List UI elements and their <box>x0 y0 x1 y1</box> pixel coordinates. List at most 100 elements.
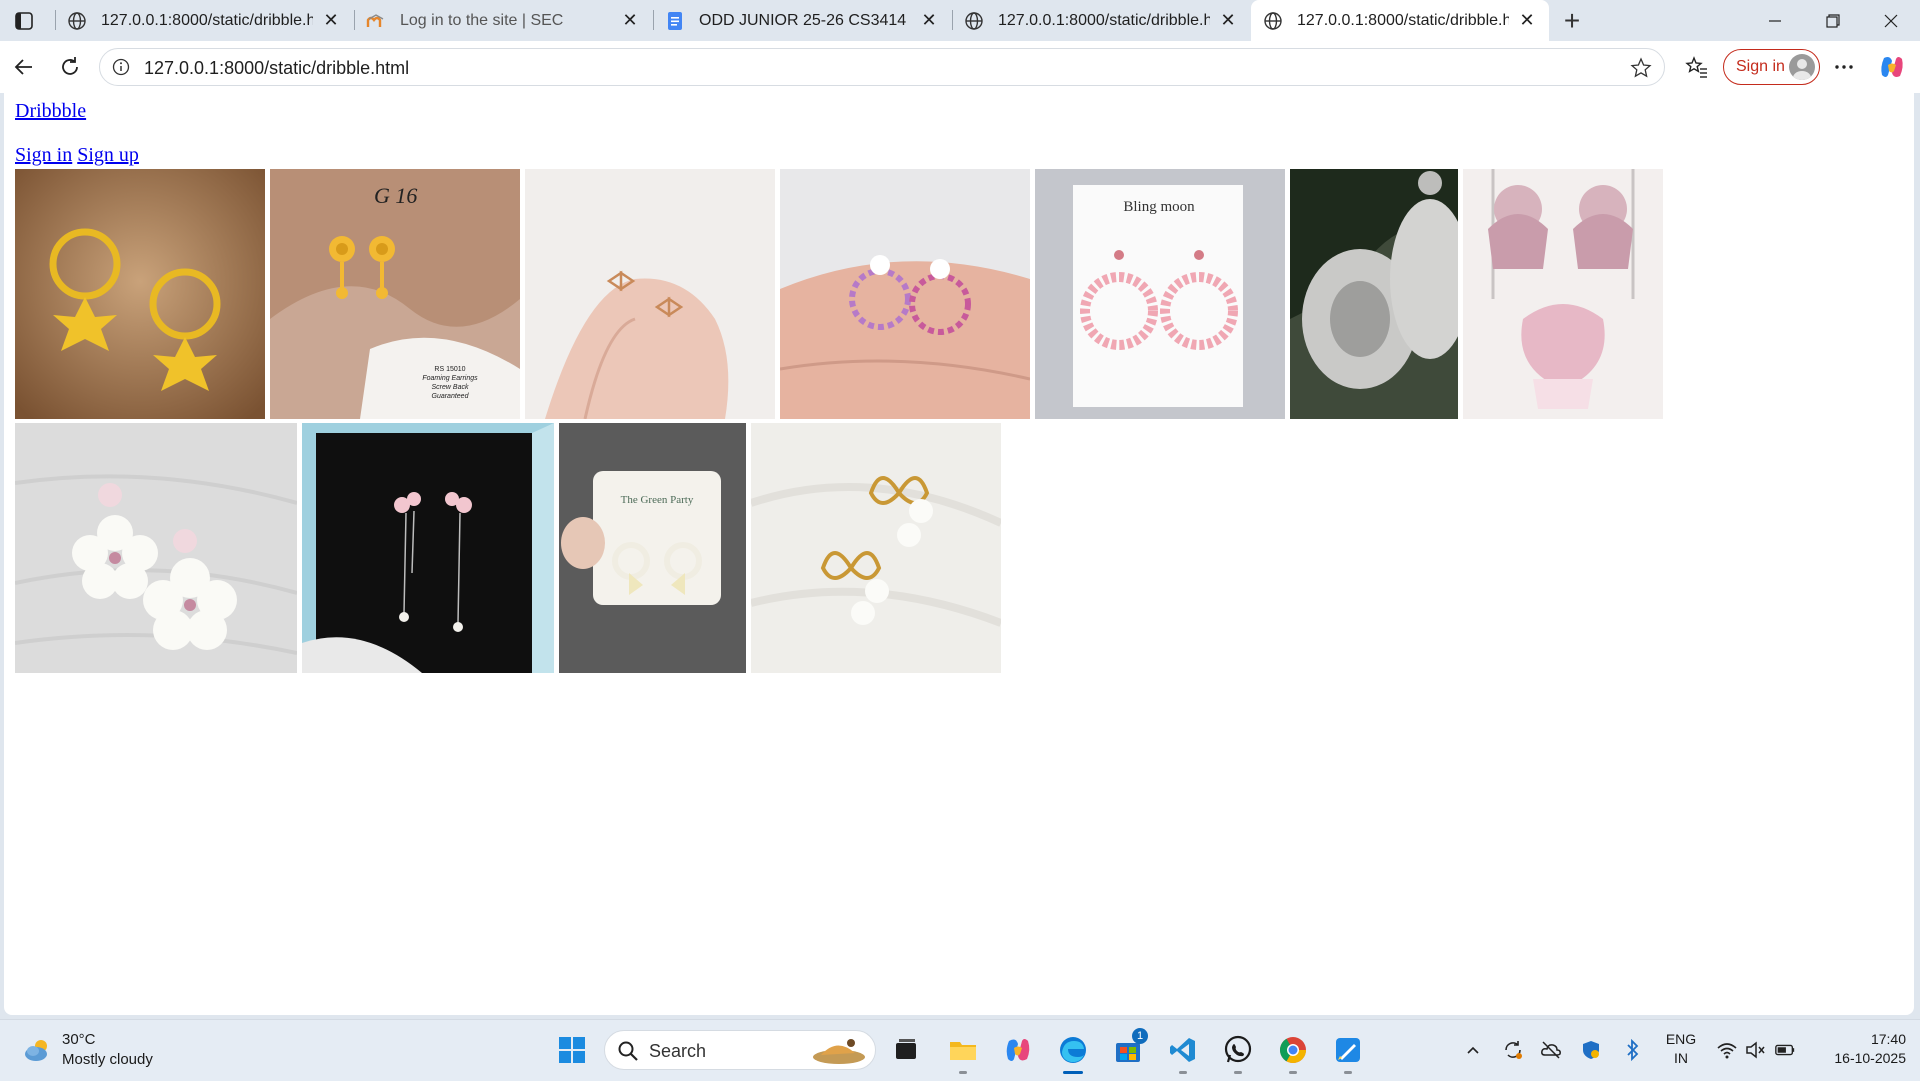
wifi-icon[interactable] <box>1716 1039 1738 1061</box>
svg-text:RS 15010: RS 15010 <box>434 366 465 373</box>
shot-gold-flower-hoop-earrings[interactable] <box>15 169 265 419</box>
whatsapp-button[interactable] <box>1220 1032 1256 1074</box>
search-label: Search <box>649 1041 707 1061</box>
url-text[interactable]: 127.0.0.1:8000/static/dribble.html <box>144 58 409 79</box>
edge-icon <box>1060 1037 1086 1063</box>
running-indicator <box>1289 1071 1297 1074</box>
tab-3[interactable]: ODD JUNIOR 25-26 CS3414 - FW... ✕ <box>653 0 951 41</box>
sync-icon[interactable] <box>1502 1039 1524 1061</box>
address-bar[interactable]: 127.0.0.1:8000/static/dribble.html <box>99 48 1665 86</box>
shot-pink-jhumka-set[interactable] <box>1463 169 1663 419</box>
weather-temperature: 30°C <box>62 1031 96 1048</box>
vscode-button[interactable] <box>1165 1032 1201 1074</box>
svg-text:Foaming Earrings: Foaming Earrings <box>422 375 478 382</box>
favorite-star-icon[interactable] <box>1630 57 1652 79</box>
tab-close-icon[interactable]: ✕ <box>1517 10 1537 31</box>
vscode-icon <box>1170 1038 1195 1062</box>
volume-muted-icon[interactable] <box>1744 1039 1766 1061</box>
tab-separator <box>952 10 953 30</box>
taskbar-search[interactable]: Search <box>604 1030 876 1070</box>
start-button[interactable] <box>554 1032 590 1068</box>
tab-title: 127.0.0.1:8000/static/dribble.html <box>1297 11 1509 29</box>
favorites-icon[interactable] <box>1683 53 1711 81</box>
minimize-button[interactable] <box>1746 0 1804 41</box>
security-shield-icon[interactable] <box>1580 1039 1602 1061</box>
input-language-indicator[interactable]: ENG IN <box>1664 1030 1698 1068</box>
avatar-icon <box>1789 54 1815 80</box>
reload-icon <box>62 57 78 75</box>
show-hidden-icons-chevron-icon[interactable] <box>1462 1039 1484 1061</box>
file-explorer-button[interactable] <box>945 1032 981 1074</box>
restore-button[interactable] <box>1804 0 1862 41</box>
tab-strip: 127.0.0.1:8000/static/dribble.html ✕ Log… <box>0 0 1920 41</box>
tab-title: Log in to the site | SEC <box>400 11 564 29</box>
tab-separator <box>653 10 654 30</box>
task-view-button[interactable] <box>888 1032 924 1068</box>
onedrive-off-icon[interactable] <box>1540 1039 1562 1061</box>
tab-close-icon[interactable]: ✕ <box>321 10 341 31</box>
browser-viewport: Dribbble Sign in Sign up G 16 RS 15010 F… <box>4 93 1914 1015</box>
clock[interactable]: 17:40 16-10-2025 <box>1806 1030 1906 1068</box>
search-highlight-icon <box>807 1035 869 1067</box>
tab-close-icon[interactable]: ✕ <box>919 10 939 31</box>
back-button[interactable] <box>10 53 38 81</box>
windows-taskbar: 30°C Mostly cloudy Search 1 ENG IN 17:40… <box>0 1019 1920 1081</box>
tab-5-active[interactable]: 127.0.0.1:8000/static/dribble.html ✕ <box>1251 0 1549 41</box>
new-tab-button[interactable]: + <box>1558 5 1586 36</box>
bluetooth-icon[interactable] <box>1622 1039 1644 1061</box>
tab-2[interactable]: Log in to the site | SEC ✕ <box>354 0 652 41</box>
shot-caption: Bling moon <box>1123 199 1195 215</box>
close-window-button[interactable] <box>1862 0 1920 41</box>
shot-flower-wreath-earrings[interactable] <box>780 169 1030 419</box>
sign-up-link[interactable]: Sign up <box>77 144 139 166</box>
shot-caption: G 16 <box>374 183 417 208</box>
shot-green-party-bow-wreath-earrings[interactable]: The Green Party <box>559 423 746 673</box>
profile-sign-in-button[interactable]: Sign in <box>1723 49 1820 85</box>
weather-widget[interactable]: 30°C Mostly cloudy <box>22 1030 153 1070</box>
sign-in-link[interactable]: Sign in <box>15 144 72 166</box>
dribbble-logo-link[interactable]: Dribbble <box>15 100 86 123</box>
shot-silver-chandbali-earrings[interactable] <box>1290 169 1458 419</box>
windows-logo-icon <box>559 1037 585 1063</box>
shot-rose-gold-bow-studs[interactable] <box>525 169 775 419</box>
globe-icon <box>964 11 984 31</box>
moodle-icon <box>366 11 386 31</box>
tab-1[interactable]: 127.0.0.1:8000/static/dribble.html ✕ <box>55 0 353 41</box>
language-code: ENG <box>1665 1031 1697 1047</box>
settings-more-icon[interactable] <box>1830 53 1858 81</box>
chrome-icon <box>1279 1037 1307 1064</box>
paint-icon <box>1336 1038 1360 1062</box>
language-region: IN <box>1674 1050 1688 1066</box>
copilot-app-button[interactable] <box>1000 1032 1036 1068</box>
tab-4[interactable]: 127.0.0.1:8000/static/dribble.html ✕ <box>952 0 1250 41</box>
folder-icon <box>950 1042 976 1060</box>
tab-separator <box>354 10 355 30</box>
running-indicator <box>1234 1071 1242 1074</box>
microsoft-store-button[interactable]: 1 <box>1110 1028 1148 1068</box>
tab-close-icon[interactable]: ✕ <box>620 10 640 31</box>
shot-gold-bow-pearl-earrings[interactable] <box>751 423 1001 673</box>
copilot-icon <box>1006 1039 1030 1061</box>
auth-links: Sign in Sign up <box>15 144 139 167</box>
svg-text:Screw Back: Screw Back <box>432 384 469 391</box>
edge-browser-button[interactable] <box>1055 1032 1091 1074</box>
clock-time: 17:40 <box>1870 1031 1906 1047</box>
shot-caption: The Green Party <box>621 494 694 506</box>
shot-white-flower-drop-earrings[interactable] <box>15 423 297 673</box>
tab-close-icon[interactable]: ✕ <box>1218 10 1238 31</box>
tab-actions-menu-icon[interactable] <box>12 9 36 33</box>
paint-app-button[interactable] <box>1330 1032 1366 1074</box>
back-arrow-icon <box>14 59 32 75</box>
copilot-icon[interactable] <box>1878 53 1906 81</box>
globe-icon <box>67 11 87 31</box>
chrome-button[interactable] <box>1275 1032 1311 1074</box>
reload-button[interactable] <box>56 53 84 81</box>
tab-separator <box>55 10 56 30</box>
shot-flower-tassel-earrings-in-box[interactable] <box>302 423 554 673</box>
battery-icon[interactable] <box>1774 1039 1796 1061</box>
shot-bling-moon-pink-hoops[interactable]: Bling moon <box>1035 169 1285 419</box>
dribbble-page: Dribbble Sign in Sign up G 16 RS 15010 F… <box>4 93 1914 1015</box>
tab-title: ODD JUNIOR 25-26 CS3414 - FW... <box>699 11 911 29</box>
site-info-icon[interactable] <box>112 58 130 76</box>
shot-gold-rose-stud-earrings[interactable]: G 16 RS 15010 Foaming Earrings Screw Bac… <box>270 169 520 419</box>
